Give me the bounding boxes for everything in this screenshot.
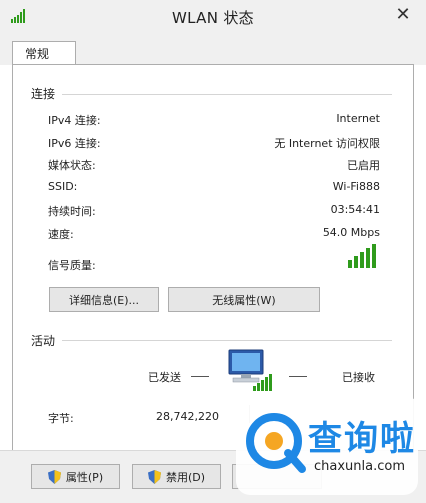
connection-divider (62, 94, 392, 95)
uac-shield-icon (147, 469, 161, 484)
duration-value: 03:54:41 (330, 203, 380, 216)
bytes-label: 字节: (48, 412, 74, 425)
disable-button[interactable]: 禁用(D) (132, 464, 221, 489)
window-title: WLAN 状态 (172, 9, 254, 27)
uac-shield-icon (47, 469, 61, 484)
activity-group-label: 活动 (31, 334, 56, 348)
ipv6-label: IPv6 连接: (48, 137, 101, 150)
received-connector (289, 376, 307, 377)
properties-button-label: 属性(P) (65, 470, 104, 484)
signal-quality-label: 信号质量: (48, 259, 96, 272)
connection-group-label: 连接 (31, 87, 56, 101)
title-bar: WLAN 状态 ✕ (0, 0, 426, 34)
media-state-value: 已启用 (347, 159, 380, 172)
received-label: 已接收 (342, 371, 375, 384)
close-button[interactable]: ✕ (380, 0, 426, 28)
properties-button[interactable]: 属性(P) (31, 464, 120, 489)
ssid-label: SSID: (48, 180, 78, 193)
sent-label: 已发送 (148, 371, 181, 384)
bytes-sent-value: 28,742,220 (156, 410, 219, 423)
tab-general[interactable]: 常规 (12, 41, 76, 65)
speed-value: 54.0 Mbps (322, 226, 380, 239)
duration-label: 持续时间: (48, 205, 96, 218)
disable-button-label: 禁用(D) (165, 470, 206, 484)
details-button-label: 详细信息(E)... (68, 293, 140, 307)
network-computer-icon (228, 349, 272, 391)
wireless-properties-button[interactable]: 无线属性(W) (168, 287, 320, 312)
ipv4-label: IPv4 连接: (48, 114, 101, 127)
speed-label: 速度: (48, 228, 74, 241)
details-button[interactable]: 详细信息(E)... (49, 287, 159, 312)
watermark-text: 查询啦 (308, 419, 416, 459)
close-icon: ✕ (395, 3, 411, 25)
signal-strength-icon (348, 244, 376, 268)
tab-row: 常规 (0, 33, 426, 65)
ipv4-value: Internet (336, 112, 380, 125)
watermark-url: chaxunla.com (314, 459, 405, 474)
watermark: 查询啦 chaxunla.com (236, 395, 418, 495)
media-state-label: 媒体状态: (48, 159, 96, 172)
activity-divider (62, 340, 392, 341)
wireless-properties-label: 无线属性(W) (212, 293, 276, 307)
ipv6-value: 无 Internet 访问权限 (274, 137, 380, 150)
ssid-value: Wi-Fi888 (332, 180, 380, 193)
sent-connector (191, 376, 209, 377)
